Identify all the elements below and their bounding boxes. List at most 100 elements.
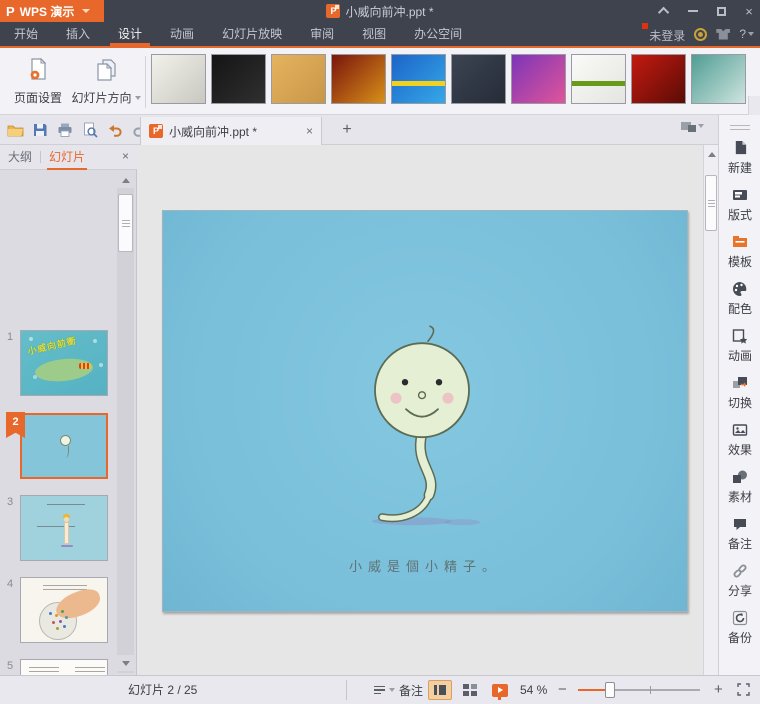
scroll-up-button[interactable] [117,172,134,188]
slide-caption-textbox[interactable]: 小威是個小精子。 [163,556,687,575]
print-preview-button[interactable] [81,121,99,139]
slide-canvas[interactable]: 小威是個小精子。 [162,210,688,612]
sidebar-item-new[interactable]: 新建 [719,134,760,181]
zoom-percent: 54 % [520,676,547,704]
ribbon-divider [145,56,146,108]
wps-logo[interactable]: P WPS 演示 [0,0,104,22]
status-bar: 幻灯片 2 / 25 备注 54 % − + [0,675,760,704]
sidebar-item-template[interactable]: 模板 [719,228,760,275]
arrow-up-icon [708,152,716,157]
slides-panel: 大纲 幻灯片 × 1 小威向前衝 2 3 4 [0,145,137,675]
close-button[interactable]: × [742,4,756,18]
help-button[interactable]: ? [739,27,754,41]
transition-icon [732,375,748,391]
page-setup-button[interactable]: 页面设置 [8,53,68,110]
slide-number: 5 [7,660,19,672]
tab-outline[interactable]: 大纲 [8,145,32,170]
template-thumb-red-swirl[interactable] [631,54,686,104]
menu-tab-2[interactable]: 插入 [52,22,104,46]
fit-window-icon [737,683,750,696]
zoom-out-button[interactable]: − [558,676,567,704]
menu-tab-3[interactable]: 设计 [104,22,156,46]
logo-dropdown-icon [82,9,90,13]
maximize-button[interactable] [714,4,728,18]
scroll-down-button[interactable] [117,655,134,671]
sidebar-item-share[interactable]: 分享 [719,557,760,604]
wps-points-icon[interactable] [694,28,707,41]
minimize-button[interactable] [686,4,700,18]
chevron-down-icon [698,124,704,128]
zoom-in-button[interactable]: + [714,676,723,704]
slide-thumbnail-1[interactable]: 小威向前衝 [20,330,108,396]
slide-orientation-icon [93,57,119,83]
save-button[interactable] [31,121,49,139]
slide-thumbnail-4[interactable] [20,577,108,643]
window-document-title: P 小威向前冲.ppt * [0,0,760,22]
sidebar-item-backup[interactable]: 备份 [719,604,760,651]
template-thumb-white-green-band[interactable] [571,54,626,104]
menu-tab-7[interactable]: 视图 [348,22,400,46]
task-pane-toggle[interactable] [681,120,704,132]
sidebar-item-layout[interactable]: 版式 [719,181,760,228]
slide-number: 1 [7,331,19,343]
template-thumb-purple-sunset[interactable] [511,54,566,104]
menu-tab-5[interactable]: 幻灯片放映 [208,22,296,46]
toolbar-row: P 小威向前冲.ppt * × + [0,115,718,145]
skin-theme-icon[interactable] [716,29,730,40]
effect-icon [732,422,748,438]
menu-tab-6[interactable]: 审阅 [296,22,348,46]
scrollbar-thumb[interactable] [118,194,133,252]
fit-to-window-button[interactable] [737,683,750,699]
workspace-scrollbar[interactable] [703,145,718,675]
document-tab[interactable]: P 小威向前冲.ppt * × [140,117,322,145]
sidebar-item-transition[interactable]: 切换 [719,369,760,416]
collapse-ribbon-button[interactable] [658,4,672,18]
sidebar-item-colors[interactable]: 配色 [719,275,760,322]
arrow-up-icon [122,178,130,183]
undo-button[interactable] [106,121,124,139]
right-sidebar: 新建 版式 模板 配色 动画 [718,115,760,675]
close-panel-button[interactable]: × [122,149,129,163]
template-thumb-paper-pen-business[interactable] [151,54,206,104]
selected-slide-badge: 2 [6,412,25,438]
sidebar-drag-handle[interactable] [730,125,750,130]
chevron-down-icon [748,32,754,36]
template-thumb-dark-slate[interactable] [451,54,506,104]
sidebar-item-animation[interactable]: 动画 [719,322,760,369]
zoom-slider-thumb[interactable] [605,682,615,698]
print-button[interactable] [56,121,74,139]
scroll-up-button[interactable] [704,147,719,161]
sidebar-item-effect[interactable]: 效果 [719,416,760,463]
slide-orientation-button[interactable]: 幻灯片方向 [72,53,140,110]
tab-slides[interactable]: 幻灯片 [49,145,85,170]
slides-panel-scrollbar[interactable] [117,172,134,673]
wps-presentation-window: P 小威向前冲.ppt * P WPS 演示 × 开始插入设计动画幻灯片放映审阅… [0,0,760,704]
slide-sorter-button[interactable] [458,680,482,700]
login-status[interactable]: 未登录 [649,25,685,44]
notes-icon [732,516,748,532]
sidebar-item-notes[interactable]: 备注 [719,510,760,557]
sidebar-item-material[interactable]: 素材 [719,463,760,510]
template-thumb-teal-photo[interactable] [691,54,746,104]
notes-toggle[interactable]: 备注 [374,676,423,704]
sperm-character [350,325,500,535]
close-tab-button[interactable]: × [306,124,313,138]
template-thumb-blue-gradient-gold-line[interactable] [391,54,446,104]
template-thumb-dark-red-gold-curves[interactable] [331,54,386,104]
template-thumb-orange-texture[interactable] [271,54,326,104]
new-tab-button[interactable]: + [336,119,358,141]
template-thumb-black-music-clef[interactable] [211,54,266,104]
normal-view-button[interactable] [428,680,452,700]
print-preview-icon [82,122,98,138]
scrollbar-thumb[interactable] [705,175,717,231]
menu-tab-4[interactable]: 动画 [156,22,208,46]
zoom-slider[interactable] [578,689,700,691]
sperm-character-art [34,355,94,385]
normal-view-icon [434,685,446,695]
slideshow-button[interactable] [488,680,512,700]
slide-thumbnail-3[interactable] [20,495,108,561]
open-file-button[interactable] [6,121,24,139]
slide-thumbnail-2-selected[interactable] [20,413,108,479]
menu-tab-8[interactable]: 办公空间 [400,22,476,46]
menu-tab-1[interactable]: 开始 [0,22,52,46]
